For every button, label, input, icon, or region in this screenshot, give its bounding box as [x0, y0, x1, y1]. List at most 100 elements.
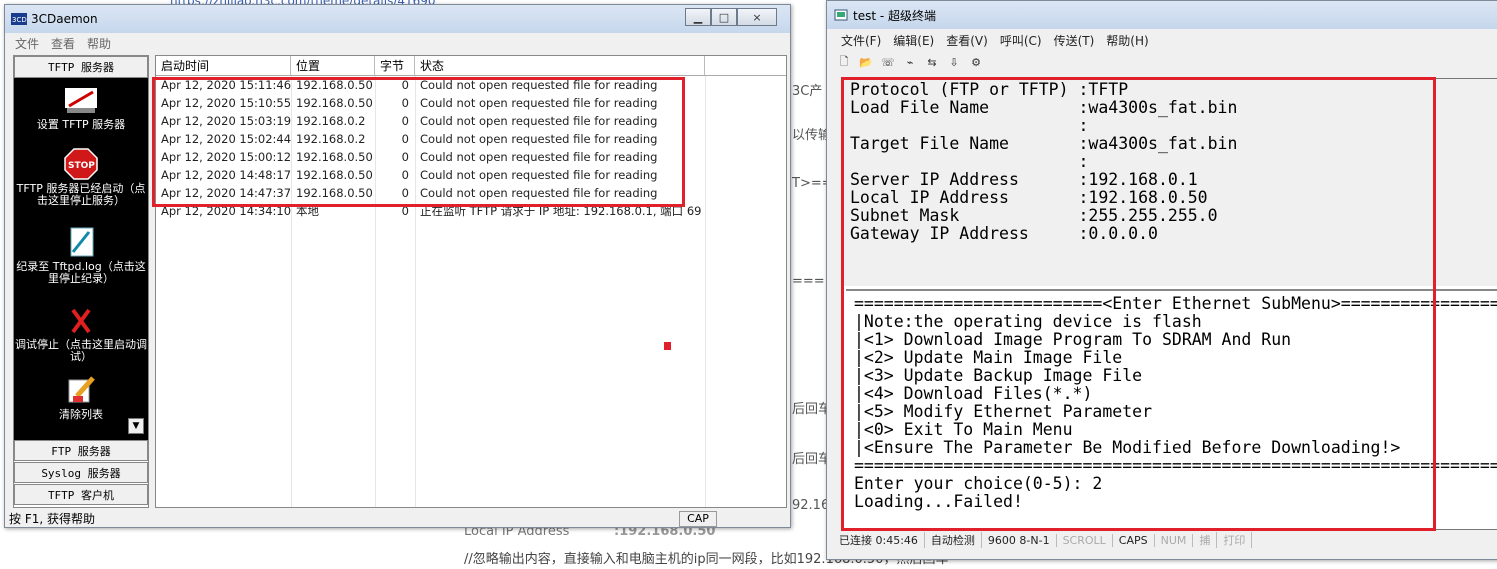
call-icon[interactable]: ☏: [881, 55, 895, 69]
red-marker: [664, 342, 671, 350]
menu-help[interactable]: 帮助(H): [1100, 32, 1154, 49]
3cdaemon-app-icon: 3CD: [11, 12, 27, 26]
minimize-button[interactable]: ▁: [685, 8, 711, 26]
cell-time: Apr 12, 2020 15:02:44: [161, 132, 291, 146]
log-row[interactable]: Apr 12, 2020 15:03:19 192.168.0.2 0 Could n…: [156, 112, 786, 130]
log-row[interactable]: Apr 12, 2020 14:48:17 192.168.0.50 0 Could …: [156, 166, 786, 184]
terminal-line: |<Ensure The Parameter Be Modified Befor…: [854, 438, 1401, 457]
clear-list-icon: [68, 376, 95, 403]
terminal-line: Loading...Failed!: [854, 492, 1023, 511]
new-file-icon[interactable]: 🗋: [837, 55, 851, 69]
cell-time: Apr 12, 2020 15:03:19: [161, 114, 291, 128]
debug-item[interactable]: 调试停止（点击这里启动调试）: [14, 304, 148, 363]
terminal-line: |<1> Download Image Program To SDRAM And…: [854, 330, 1292, 349]
disconnect-icon[interactable]: ⌁: [903, 55, 917, 69]
maximize-button[interactable]: □: [711, 8, 737, 26]
menu-view[interactable]: 查看(V): [940, 32, 994, 49]
menu-file[interactable]: 文件: [9, 35, 45, 52]
terminal-lower-pane: =========================<Enter Ethernet…: [846, 289, 1497, 529]
log-row[interactable]: Apr 12, 2020 14:34:10 本地 0 正在监听 TFTP 请求于 IP…: [156, 202, 786, 220]
cell-location: 192.168.0.50: [296, 168, 373, 182]
svg-text:STOP: STOP: [68, 161, 95, 171]
ftp-server-tab[interactable]: FTP 服务器: [14, 440, 148, 461]
syslog-server-tab[interactable]: Syslog 服务器: [14, 462, 148, 483]
status-cap: CAP: [679, 510, 717, 527]
open-folder-icon[interactable]: 📂: [859, 55, 873, 69]
cell-bytes: 0: [401, 204, 409, 218]
capture-indicator: 捕: [1193, 532, 1218, 548]
bg-fragment: 3C产: [792, 84, 823, 99]
cell-time: Apr 12, 2020 15:00:12: [161, 150, 291, 164]
log-row[interactable]: Apr 12, 2020 15:11:46 192.168.0.50 0 Could …: [156, 76, 786, 94]
cell-time: Apr 12, 2020 14:47:37: [161, 186, 291, 200]
cell-location: 192.168.0.50: [296, 186, 373, 200]
setup-tftp-item[interactable]: 设置 TFTP 服务器: [14, 84, 148, 131]
cell-status: Could not open requested file for readin…: [420, 96, 658, 110]
terminal-line: ========================================…: [854, 456, 1497, 475]
cell-status: 正在监听 TFTP 请求于 IP 地址: 192.168.0.1, 端口 69: [420, 204, 702, 218]
log-icon: [70, 227, 94, 257]
terminal-titlebar[interactable]: test - 超级终端: [827, 1, 1497, 29]
cell-time: Apr 12, 2020 14:48:17: [161, 168, 291, 182]
minimize-icon: ▁: [693, 10, 703, 24]
menu-call[interactable]: 呼叫(C): [994, 32, 1048, 49]
debug-icon: [71, 308, 91, 334]
log-item[interactable]: 纪录至 Tftpd.log（点击这里停止纪录）: [14, 226, 148, 285]
tftp-client-tab[interactable]: TFTP 客户机: [14, 484, 148, 505]
cell-location: 192.168.0.50: [296, 150, 373, 164]
cell-bytes: 0: [401, 78, 409, 92]
col-start-time[interactable]: 启动时间: [156, 56, 291, 75]
sidebar-scroll-down[interactable]: ▼: [128, 418, 144, 434]
terminal-screen[interactable]: Protocol (FTP or TFTP) :TFTP Load File Na…: [841, 78, 1497, 530]
menu-edit[interactable]: 编辑(E): [887, 32, 940, 49]
log-row[interactable]: Apr 12, 2020 15:10:55 192.168.0.50 0 Could …: [156, 94, 786, 112]
log-list: 启动时间 位置 字节 状态 Apr 12, 2020 15:11:46 192.1…: [155, 55, 787, 508]
close-button[interactable]: ×: [737, 8, 777, 26]
terminal-line: Target File Name :wa4300s_fat.bin: [850, 134, 1238, 153]
debug-label: 调试停止（点击这里启动调试）: [15, 338, 147, 363]
col-location[interactable]: 位置: [291, 56, 375, 75]
cell-time: Apr 12, 2020 15:11:46: [161, 78, 291, 92]
tftp-panel: 设置 TFTP 服务器 STOP TFTP 服务器已经启动（点击这里停止服务） …: [14, 78, 148, 440]
serial-params: 9600 8-N-1: [982, 533, 1057, 547]
tftp-running-label: TFTP 服务器已经启动（点击这里停止服务）: [16, 182, 146, 207]
clear-list-item[interactable]: 清除列表: [14, 374, 148, 421]
terminal-menu-bar: 文件(F) 编辑(E) 查看(V) 呼叫(C) 传送(T) 帮助(H): [827, 29, 1497, 51]
properties-icon[interactable]: ⚙: [969, 55, 983, 69]
num-indicator: NUM: [1155, 533, 1194, 547]
settings-icon: [65, 88, 97, 113]
terminal-line: Enter your choice(0-5): 2: [854, 474, 1103, 493]
menu-file[interactable]: 文件(F): [835, 32, 887, 49]
col-status[interactable]: 状态: [415, 56, 705, 75]
cell-location: 192.168.0.50: [296, 78, 373, 92]
tftp-running-item[interactable]: STOP TFTP 服务器已经启动（点击这里停止服务）: [14, 148, 148, 207]
cell-status: Could not open requested file for readin…: [420, 168, 658, 182]
window-title: 3CDaemon: [31, 12, 98, 26]
menu-view[interactable]: 查看: [45, 35, 81, 52]
log-row[interactable]: Apr 12, 2020 15:00:12 192.168.0.50 0 Could …: [156, 148, 786, 166]
receive-icon[interactable]: ⇩: [947, 55, 961, 69]
cell-location: 192.168.0.2: [296, 132, 366, 146]
menu-transfer[interactable]: 传送(T): [1048, 32, 1101, 49]
terminal-line: |<0> Exit To Main Menu: [854, 420, 1073, 439]
terminal-line: Protocol (FTP or TFTP) :TFTP: [850, 80, 1129, 99]
connection-time: 已连接 0:45:46: [833, 532, 925, 548]
send-icon[interactable]: ⇆: [925, 55, 939, 69]
cell-status: Could not open requested file for readin…: [420, 150, 658, 164]
terminal-upper-pane: Protocol (FTP or TFTP) :TFTP Load File Na…: [842, 79, 1497, 286]
status-help-text: 按 F1, 获得帮助: [9, 512, 95, 526]
cell-status: Could not open requested file for readin…: [420, 114, 658, 128]
log-row[interactable]: Apr 12, 2020 14:47:37 192.168.0.50 0 Could …: [156, 184, 786, 202]
terminal-line: |<4> Download Files(*.*): [854, 384, 1093, 403]
terminal-status-bar: 已连接 0:45:46 自动检测 9600 8-N-1 SCROLL CAPS …: [833, 530, 1493, 550]
chevron-down-icon: ▼: [132, 421, 140, 431]
log-row[interactable]: Apr 12, 2020 15:02:44 192.168.0.2 0 Could n…: [156, 130, 786, 148]
scroll-indicator: SCROLL: [1057, 533, 1113, 547]
tftp-server-tab[interactable]: TFTP 服务器: [14, 56, 148, 78]
print-indicator: 打印: [1217, 532, 1253, 548]
3cdaemon-titlebar[interactable]: 3CD 3CDaemon ▁ □ ×: [5, 5, 790, 33]
stop-icon: STOP: [64, 148, 98, 180]
menu-help[interactable]: 帮助: [81, 35, 117, 52]
col-bytes[interactable]: 字节: [375, 56, 415, 75]
cell-bytes: 0: [401, 168, 409, 182]
